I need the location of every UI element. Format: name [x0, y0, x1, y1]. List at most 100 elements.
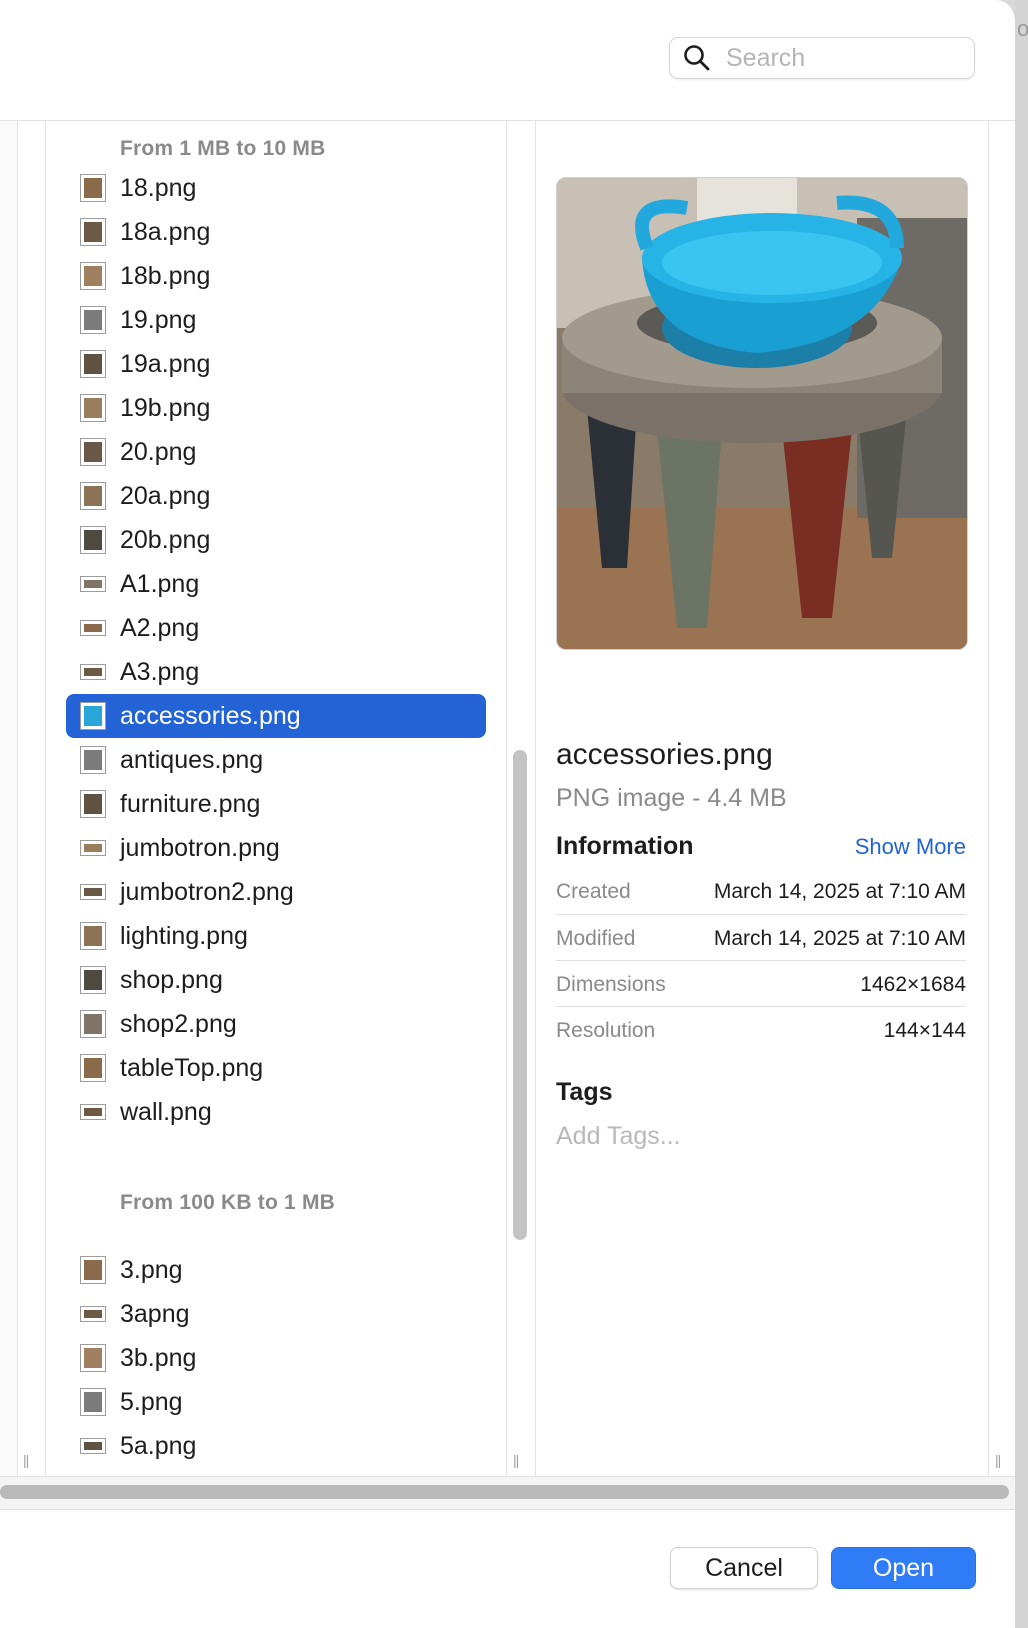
- image-file-icon: [80, 526, 106, 554]
- file-list-column[interactable]: From 1 MB to 10 MB From 100 KB to 1 MB 1…: [46, 121, 506, 1476]
- image-file-icon: [80, 1344, 106, 1372]
- image-file-icon: [80, 840, 106, 856]
- file-row[interactable]: 20.png: [66, 430, 486, 474]
- file-row[interactable]: tableTop.png: [66, 1046, 486, 1090]
- file-name: shop.png: [120, 965, 223, 994]
- file-name: 19a.png: [120, 349, 211, 378]
- column-divider: [988, 121, 989, 1476]
- info-value: March 14, 2025 at 7:10 AM: [713, 880, 966, 903]
- horizontal-scrollbar[interactable]: [0, 1485, 1009, 1499]
- file-row[interactable]: 3b.png: [66, 1336, 486, 1380]
- file-name: A2.png: [120, 613, 200, 642]
- cancel-button[interactable]: Cancel: [670, 1547, 818, 1589]
- column-resize-handle[interactable]: ||: [513, 1452, 519, 1468]
- file-name: 5.png: [120, 1387, 183, 1416]
- image-file-icon: [80, 746, 106, 774]
- file-name: 19.png: [120, 305, 197, 334]
- image-file-icon: [80, 1306, 106, 1322]
- image-file-icon: [80, 966, 106, 994]
- preview-thumbnail: [556, 177, 968, 650]
- file-row[interactable]: 19b.png: [66, 386, 486, 430]
- file-name: 18b.png: [120, 261, 211, 290]
- info-value: 144×144: [883, 1019, 966, 1042]
- image-file-icon: [80, 884, 106, 900]
- file-row[interactable]: 19a.png: [66, 342, 486, 386]
- file-row[interactable]: 5.png: [66, 1380, 486, 1424]
- image-file-icon: [80, 218, 106, 246]
- image-file-icon: [80, 1256, 106, 1284]
- info-key: Resolution: [556, 1019, 656, 1042]
- file-row[interactable]: A3.png: [66, 650, 486, 694]
- file-name: A1.png: [120, 569, 200, 598]
- sidebar-column: [0, 121, 17, 1476]
- image-file-icon: [80, 306, 106, 334]
- file-name: jumbotron.png: [120, 833, 280, 862]
- column-divider: [506, 121, 507, 1476]
- image-file-icon: [80, 664, 106, 680]
- file-name: 20.png: [120, 437, 197, 466]
- file-name: 19b.png: [120, 393, 211, 422]
- file-name: jumbotron2.png: [120, 877, 294, 906]
- image-file-icon: [80, 174, 106, 202]
- file-name: lighting.png: [120, 921, 248, 950]
- file-name: 20b.png: [120, 525, 211, 554]
- file-row[interactable]: 20a.png: [66, 474, 486, 518]
- file-name: furniture.png: [120, 789, 261, 818]
- file-row[interactable]: 18a.png: [66, 210, 486, 254]
- file-name: 18.png: [120, 173, 197, 202]
- image-file-icon: [80, 576, 106, 592]
- image-file-icon: [80, 620, 106, 636]
- image-file-icon: [80, 702, 106, 730]
- file-name: shop2.png: [120, 1009, 237, 1038]
- search-icon: [684, 45, 710, 71]
- file-row[interactable]: antiques.png: [66, 738, 486, 782]
- file-row[interactable]: furniture.png: [66, 782, 486, 826]
- background-window-edge: o: [1015, 0, 1028, 1628]
- show-more-link[interactable]: Show More: [855, 834, 966, 860]
- tags-heading: Tags: [556, 1078, 613, 1106]
- file-name: antiques.png: [120, 745, 264, 774]
- file-name: 3b.png: [120, 1343, 197, 1372]
- image-file-icon: [80, 482, 106, 510]
- image-file-icon: [80, 262, 106, 290]
- file-row[interactable]: 20b.png: [66, 518, 486, 562]
- add-tags-field[interactable]: Add Tags...: [556, 1122, 681, 1151]
- file-row[interactable]: wall.png: [66, 1090, 486, 1134]
- info-value: 1462×1684: [860, 973, 966, 996]
- file-row[interactable]: 19.png: [66, 298, 486, 342]
- column-resize-handle[interactable]: ||: [23, 1452, 29, 1468]
- vertical-scrollbar[interactable]: [513, 750, 527, 1240]
- open-button[interactable]: Open: [831, 1547, 976, 1589]
- image-file-icon: [80, 1010, 106, 1038]
- file-row[interactable]: 5b.png: [66, 1468, 486, 1477]
- file-row[interactable]: accessories.png: [66, 694, 486, 738]
- search-input[interactable]: [724, 42, 958, 74]
- file-row[interactable]: A2.png: [66, 606, 486, 650]
- file-row[interactable]: shop.png: [66, 958, 486, 1002]
- image-file-icon: [80, 438, 106, 466]
- file-row[interactable]: shop2.png: [66, 1002, 486, 1046]
- file-row[interactable]: jumbotron.png: [66, 826, 486, 870]
- file-row[interactable]: 3.png: [66, 1248, 486, 1292]
- file-name: 3.png: [120, 1255, 183, 1284]
- column-resize-handle[interactable]: ||: [995, 1452, 1001, 1468]
- image-file-icon: [80, 1054, 106, 1082]
- file-name: 18a.png: [120, 217, 211, 246]
- group-header: From 100 KB to 1 MB: [120, 1191, 335, 1214]
- file-row[interactable]: A1.png: [66, 562, 486, 606]
- column-divider: [17, 121, 18, 1476]
- image-file-icon: [80, 350, 106, 378]
- column-divider: [535, 121, 536, 1476]
- search-field[interactable]: [669, 37, 975, 79]
- file-row[interactable]: jumbotron2.png: [66, 870, 486, 914]
- file-name: A3.png: [120, 657, 200, 686]
- file-name: wall.png: [120, 1097, 212, 1126]
- file-row[interactable]: 5a.png: [66, 1424, 486, 1468]
- file-name: tableTop.png: [120, 1053, 264, 1082]
- file-row[interactable]: 3apng: [66, 1292, 486, 1336]
- file-row[interactable]: lighting.png: [66, 914, 486, 958]
- file-name: 5a.png: [120, 1431, 197, 1460]
- file-row[interactable]: 18b.png: [66, 254, 486, 298]
- information-heading: Information: [556, 832, 694, 860]
- file-row[interactable]: 18.png: [66, 166, 486, 210]
